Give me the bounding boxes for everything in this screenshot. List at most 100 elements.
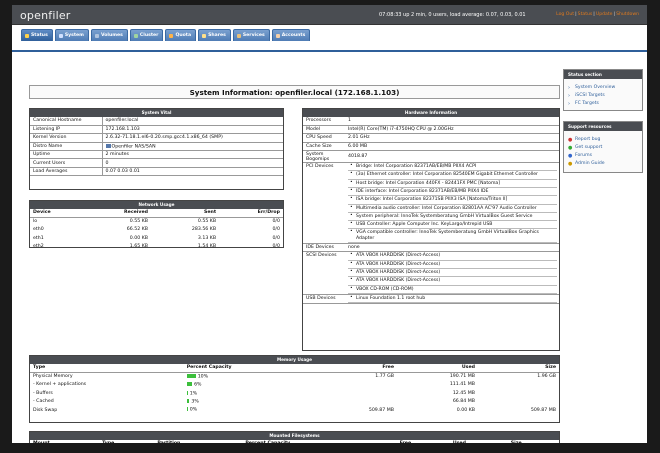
percent-text: 3% — [191, 399, 199, 405]
status-link[interactable]: Status — [578, 12, 593, 17]
sidebar-header: Status section — [564, 70, 642, 79]
tab-status[interactable]: Status — [21, 29, 53, 41]
filesystem-column-header: Partition — [154, 440, 243, 443]
memory-row: Disk Swap 0% 509.87 MB 0.00 KB 509.87 MB — [30, 406, 559, 414]
network-cell: lo — [33, 219, 38, 225]
services-icon — [236, 33, 241, 38]
sidebar-item-admin-guide[interactable]: ● Admin Guide — [564, 160, 642, 168]
vital-row: Uptime 2 minutes — [30, 150, 283, 160]
top-links: Log Out|Status|Update|Shutdown — [556, 12, 639, 17]
vital-key: Load Averages — [30, 167, 103, 177]
distro-icon — [105, 143, 111, 148]
network-cell: 0.55 KB — [129, 219, 148, 225]
page-title: System Information: openfiler.local (172… — [29, 85, 560, 99]
tab-volumes[interactable]: Volumes — [90, 29, 128, 41]
memory-percent: 6% — [184, 381, 316, 389]
vital-key: Canonical Hostname — [30, 117, 103, 126]
arrow-right-icon: › — [568, 85, 570, 91]
device-item: USB Controller: Apple Computer Inc. KeyL… — [348, 221, 557, 230]
hardware-value: none — [345, 243, 559, 253]
hardware-row: USB DevicesLinux Foundation 1.1 root hub — [303, 294, 559, 305]
uptime-status: 07:08:33 up 2 min, 0 users, load average… — [379, 12, 526, 18]
capacity-bar — [186, 374, 196, 379]
tab-services[interactable]: Services — [232, 29, 270, 41]
device-item: VGA compatible controller: InnoTek Syste… — [348, 229, 557, 244]
shares-icon — [202, 33, 207, 38]
memory-free — [316, 381, 397, 389]
shutdown-link[interactable]: Shutdown — [616, 12, 639, 17]
openfiler-logo[interactable]: openfiler — [20, 9, 71, 22]
vital-value-text: 2 minutes — [105, 152, 129, 158]
sidebar-item-fc-targets[interactable]: › FC Targets — [564, 100, 642, 108]
memory-size: 1.96 GB — [537, 374, 556, 380]
filesystem-column-header: Type — [99, 440, 155, 443]
network-cell: 0/0 — [272, 227, 280, 233]
tab-shares[interactable]: Shares — [198, 29, 231, 41]
hardware-key: Model — [303, 125, 345, 135]
hardware-value: 1 — [345, 117, 559, 126]
logout-link[interactable]: Log Out — [556, 12, 574, 17]
quota-icon — [169, 33, 174, 38]
sidebar-item-get-support[interactable]: ● Get support — [564, 144, 642, 152]
hardware-row: SCSI DevicesATA VBOX HARDDISK (Direct-Ac… — [303, 251, 559, 295]
panel-header: System Vital — [30, 109, 283, 117]
network-cell: 66.52 KB — [126, 227, 148, 233]
device-item: IDE interface: Intel Corporation 82371AB… — [348, 188, 557, 197]
network-row: eth0 66.52 KB 283.56 KB 0/0 — [30, 226, 283, 234]
tab-quota[interactable]: Quota — [165, 29, 197, 41]
device-item: ISA bridge: Intel Corporation 82371SB PI… — [348, 196, 557, 205]
vital-row: Canonical Hostname openfiler.local — [30, 117, 283, 126]
memory-type: Disk Swap — [33, 407, 58, 413]
hardware-key: IDE Devices — [303, 243, 345, 253]
device-item: (3a) Ethernet controller: Intel Corporat… — [348, 171, 557, 180]
network-cell: 3.13 KB — [197, 235, 217, 241]
memory-percent: 0% — [184, 406, 316, 414]
filesystem-column-header: Percent Capacity — [242, 440, 397, 443]
vital-value-text: 2.6.32-71.18.1.el6-0.20.smp.gcc4.1.x86_6… — [105, 135, 223, 141]
hardware-key: PCI Devices — [303, 162, 345, 245]
memory-type: - Buffers — [33, 390, 53, 396]
top-bar: openfiler 07:08:33 up 2 min, 0 users, lo… — [12, 5, 647, 25]
vital-key: Kernel Version — [30, 133, 103, 143]
support-resources-box: Support resources ● Report bug ● Get suppo… — [563, 121, 643, 173]
tab-cluster[interactable]: Cluster — [129, 29, 164, 41]
hardware-row: IDE Devices none — [303, 243, 559, 253]
sidebar-item-forums[interactable]: ● Forums — [564, 152, 642, 160]
panel-header: Memory Usage — [30, 356, 559, 364]
hardware-row: Processors 1 — [303, 117, 559, 126]
bug-icon: ● — [568, 137, 573, 143]
pci-device-list: Bridge: Intel Corporation 82371AB/EB/MB … — [348, 163, 557, 244]
sidebar-item-report-bug[interactable]: ● Report bug — [564, 136, 642, 144]
tab-label: Services — [242, 33, 265, 38]
capacity-bar — [186, 407, 188, 412]
hardware-key: System Bogomips — [303, 150, 345, 164]
filesystem-column-header: Free — [396, 440, 450, 443]
filesystem-column-header: Mount — [30, 440, 100, 443]
tab-accounts[interactable]: Accounts — [271, 29, 311, 41]
sidebar-item-iscsi-targets[interactable]: › iSCSI Targets — [564, 92, 642, 100]
capacity-bar — [186, 390, 188, 395]
network-column-header: Sent — [151, 209, 220, 218]
network-cell: eth0 — [33, 227, 44, 233]
vital-value-text: openfiler.local — [105, 118, 139, 124]
vital-value-text: Openfiler NAS/SAN — [111, 144, 156, 150]
percent-text: 6% — [194, 382, 202, 388]
tab-label: Volumes — [100, 33, 123, 38]
memory-column-header: Type — [30, 364, 184, 373]
sidebar-item-system-overview[interactable]: › System Overview — [564, 84, 642, 92]
scsi-device-list: ATA VBOX HARDDISK (Direct-Access)ATA VBO… — [348, 252, 557, 294]
memory-free: 509.87 MB — [368, 407, 394, 413]
tab-system[interactable]: System — [54, 29, 89, 41]
hardware-key: Processors — [303, 117, 345, 126]
vital-value-text: 0.07 0.03 0.01 — [105, 169, 140, 175]
device-item: Bridge: Intel Corporation 82371AB/EB/MB … — [348, 163, 557, 172]
sidebar-item-label: iSCSI Targets — [575, 93, 605, 98]
vital-value-text: 172.168.1.103 — [105, 127, 140, 133]
tab-label: Cluster — [139, 33, 159, 38]
network-usage-panel: Network Usage Device Received Sent Err/Drop… — [29, 200, 284, 249]
network-cell: 0.00 KB — [129, 235, 148, 241]
update-link[interactable]: Update — [596, 12, 613, 17]
memory-size — [478, 398, 559, 406]
device-item: Multimedia audio controller: Intel Corpo… — [348, 205, 557, 213]
hardware-key: Cache Size — [303, 142, 345, 152]
